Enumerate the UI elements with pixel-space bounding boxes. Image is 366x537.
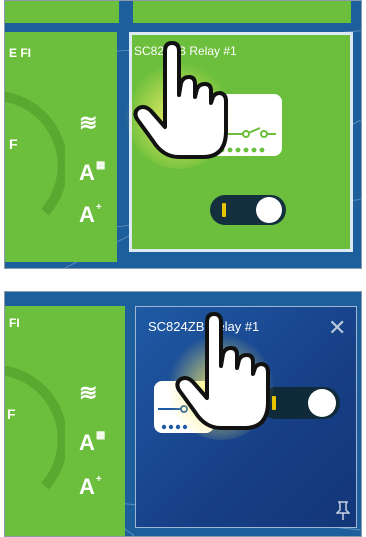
relay-toggle-switch[interactable] <box>260 387 340 419</box>
thermostat-card[interactable]: FI F ≋ A▦ A+ <box>5 306 125 536</box>
relay-toggle-switch[interactable] <box>210 195 286 225</box>
auto-schedule-icon[interactable]: A▦ <box>79 430 105 454</box>
card-strip-right <box>133 1 351 23</box>
relay-device-icon <box>210 94 282 156</box>
before-screenshot-panel: E FI F ≋ A▦ A+ SC824ZB Relay #1 <box>4 0 362 269</box>
relay-card-expanded[interactable]: SC824ZB Relay #1 ✕ <box>135 306 357 528</box>
heat-waves-icon[interactable]: ≋ <box>79 382 97 404</box>
pin-icon[interactable] <box>336 501 350 521</box>
toggle-knob <box>308 389 336 417</box>
heat-waves-icon[interactable]: ≋ <box>79 112 97 134</box>
thermostat-card[interactable]: E FI F ≋ A▦ A+ <box>5 32 117 262</box>
temperature-gauge-arc <box>5 366 65 490</box>
auto-plus-icon[interactable]: A+ <box>79 474 102 498</box>
temperature-gauge-arc <box>5 92 65 216</box>
toggle-on-indicator <box>222 203 226 217</box>
thermostat-card-title: E FI <box>9 46 32 60</box>
gauge-unit-letter: F <box>7 406 16 422</box>
relay-circuit-icon <box>158 405 188 430</box>
relay-card-title: SC824ZB Relay #1 <box>134 44 237 58</box>
relay-device-icon <box>154 381 214 433</box>
toggle-knob <box>256 197 282 223</box>
close-icon[interactable]: ✕ <box>328 317 346 339</box>
after-screenshot-panel: FI F ≋ A▦ A+ SC824ZB Relay #1 ✕ <box>4 291 362 537</box>
relay-card[interactable]: SC824ZB Relay #1 <box>129 32 353 252</box>
auto-plus-icon[interactable]: A+ <box>79 202 102 226</box>
relay-circuit-icon <box>216 127 276 153</box>
gauge-unit-letter: F <box>9 136 18 152</box>
auto-schedule-icon[interactable]: A▦ <box>79 160 105 184</box>
thermostat-card-title: FI <box>9 316 20 330</box>
card-strip-left <box>5 1 119 23</box>
relay-card-title: SC824ZB Relay #1 <box>148 319 260 334</box>
toggle-on-indicator <box>272 396 276 410</box>
